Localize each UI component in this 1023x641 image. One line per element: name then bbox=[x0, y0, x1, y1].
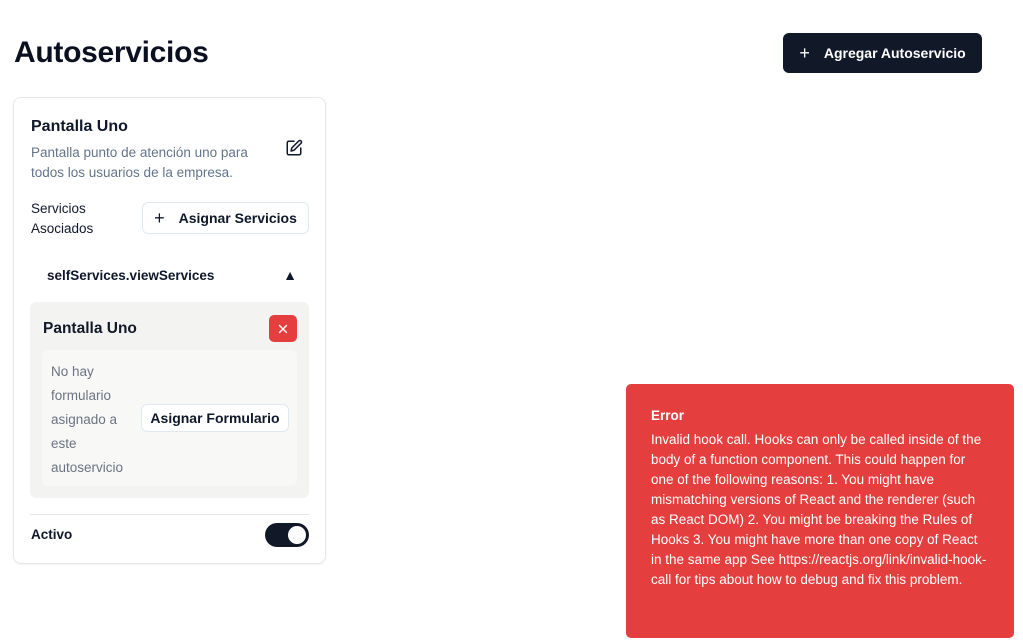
plus-icon: + bbox=[154, 208, 165, 228]
plus-icon: + bbox=[799, 43, 810, 63]
toast-title: Error bbox=[651, 408, 685, 423]
chevron-up-icon: ▲ bbox=[283, 267, 297, 283]
add-autoservicio-label: Agregar Autoservicio bbox=[823, 45, 966, 61]
page-title: Autoservicios bbox=[14, 36, 209, 69]
edit-icon[interactable] bbox=[285, 139, 303, 157]
autoservicio-card: Pantalla Uno Pantalla punto de atención … bbox=[13, 97, 326, 564]
error-toast: Error Invalid hook call. Hooks can only … bbox=[626, 384, 1014, 638]
service-item: Pantalla Uno No hay formulario asignado … bbox=[30, 302, 309, 498]
assign-services-label: Asignar Servicios bbox=[178, 210, 297, 226]
view-services-label: selfServices.viewServices bbox=[47, 267, 215, 283]
toggle-knob bbox=[288, 526, 306, 544]
service-title: Pantalla Uno bbox=[43, 320, 137, 337]
assign-services-button[interactable]: + Asignar Servicios bbox=[142, 202, 309, 234]
form-section: No hay formulario asignado a este autose… bbox=[42, 350, 297, 486]
assign-form-button[interactable]: Asignar Formulario bbox=[141, 404, 289, 432]
no-form-message: No hay formulario asignado a este autose… bbox=[51, 364, 124, 475]
active-label: Activo bbox=[31, 527, 73, 542]
card-title: Pantalla Uno bbox=[31, 118, 128, 135]
services-associated-label: Servicios Asociados bbox=[31, 201, 94, 236]
card-description: Pantalla punto de atención uno para todo… bbox=[31, 145, 248, 180]
close-icon bbox=[278, 324, 288, 333]
add-autoservicio-button[interactable]: + Agregar Autoservicio bbox=[783, 33, 982, 73]
remove-service-button[interactable] bbox=[269, 315, 297, 342]
view-services-toggle[interactable]: selfServices.viewServices ▲ bbox=[47, 264, 297, 286]
divider bbox=[30, 514, 309, 515]
toast-message: Invalid hook call. Hooks can only be cal… bbox=[651, 432, 987, 587]
active-toggle[interactable] bbox=[265, 523, 309, 547]
